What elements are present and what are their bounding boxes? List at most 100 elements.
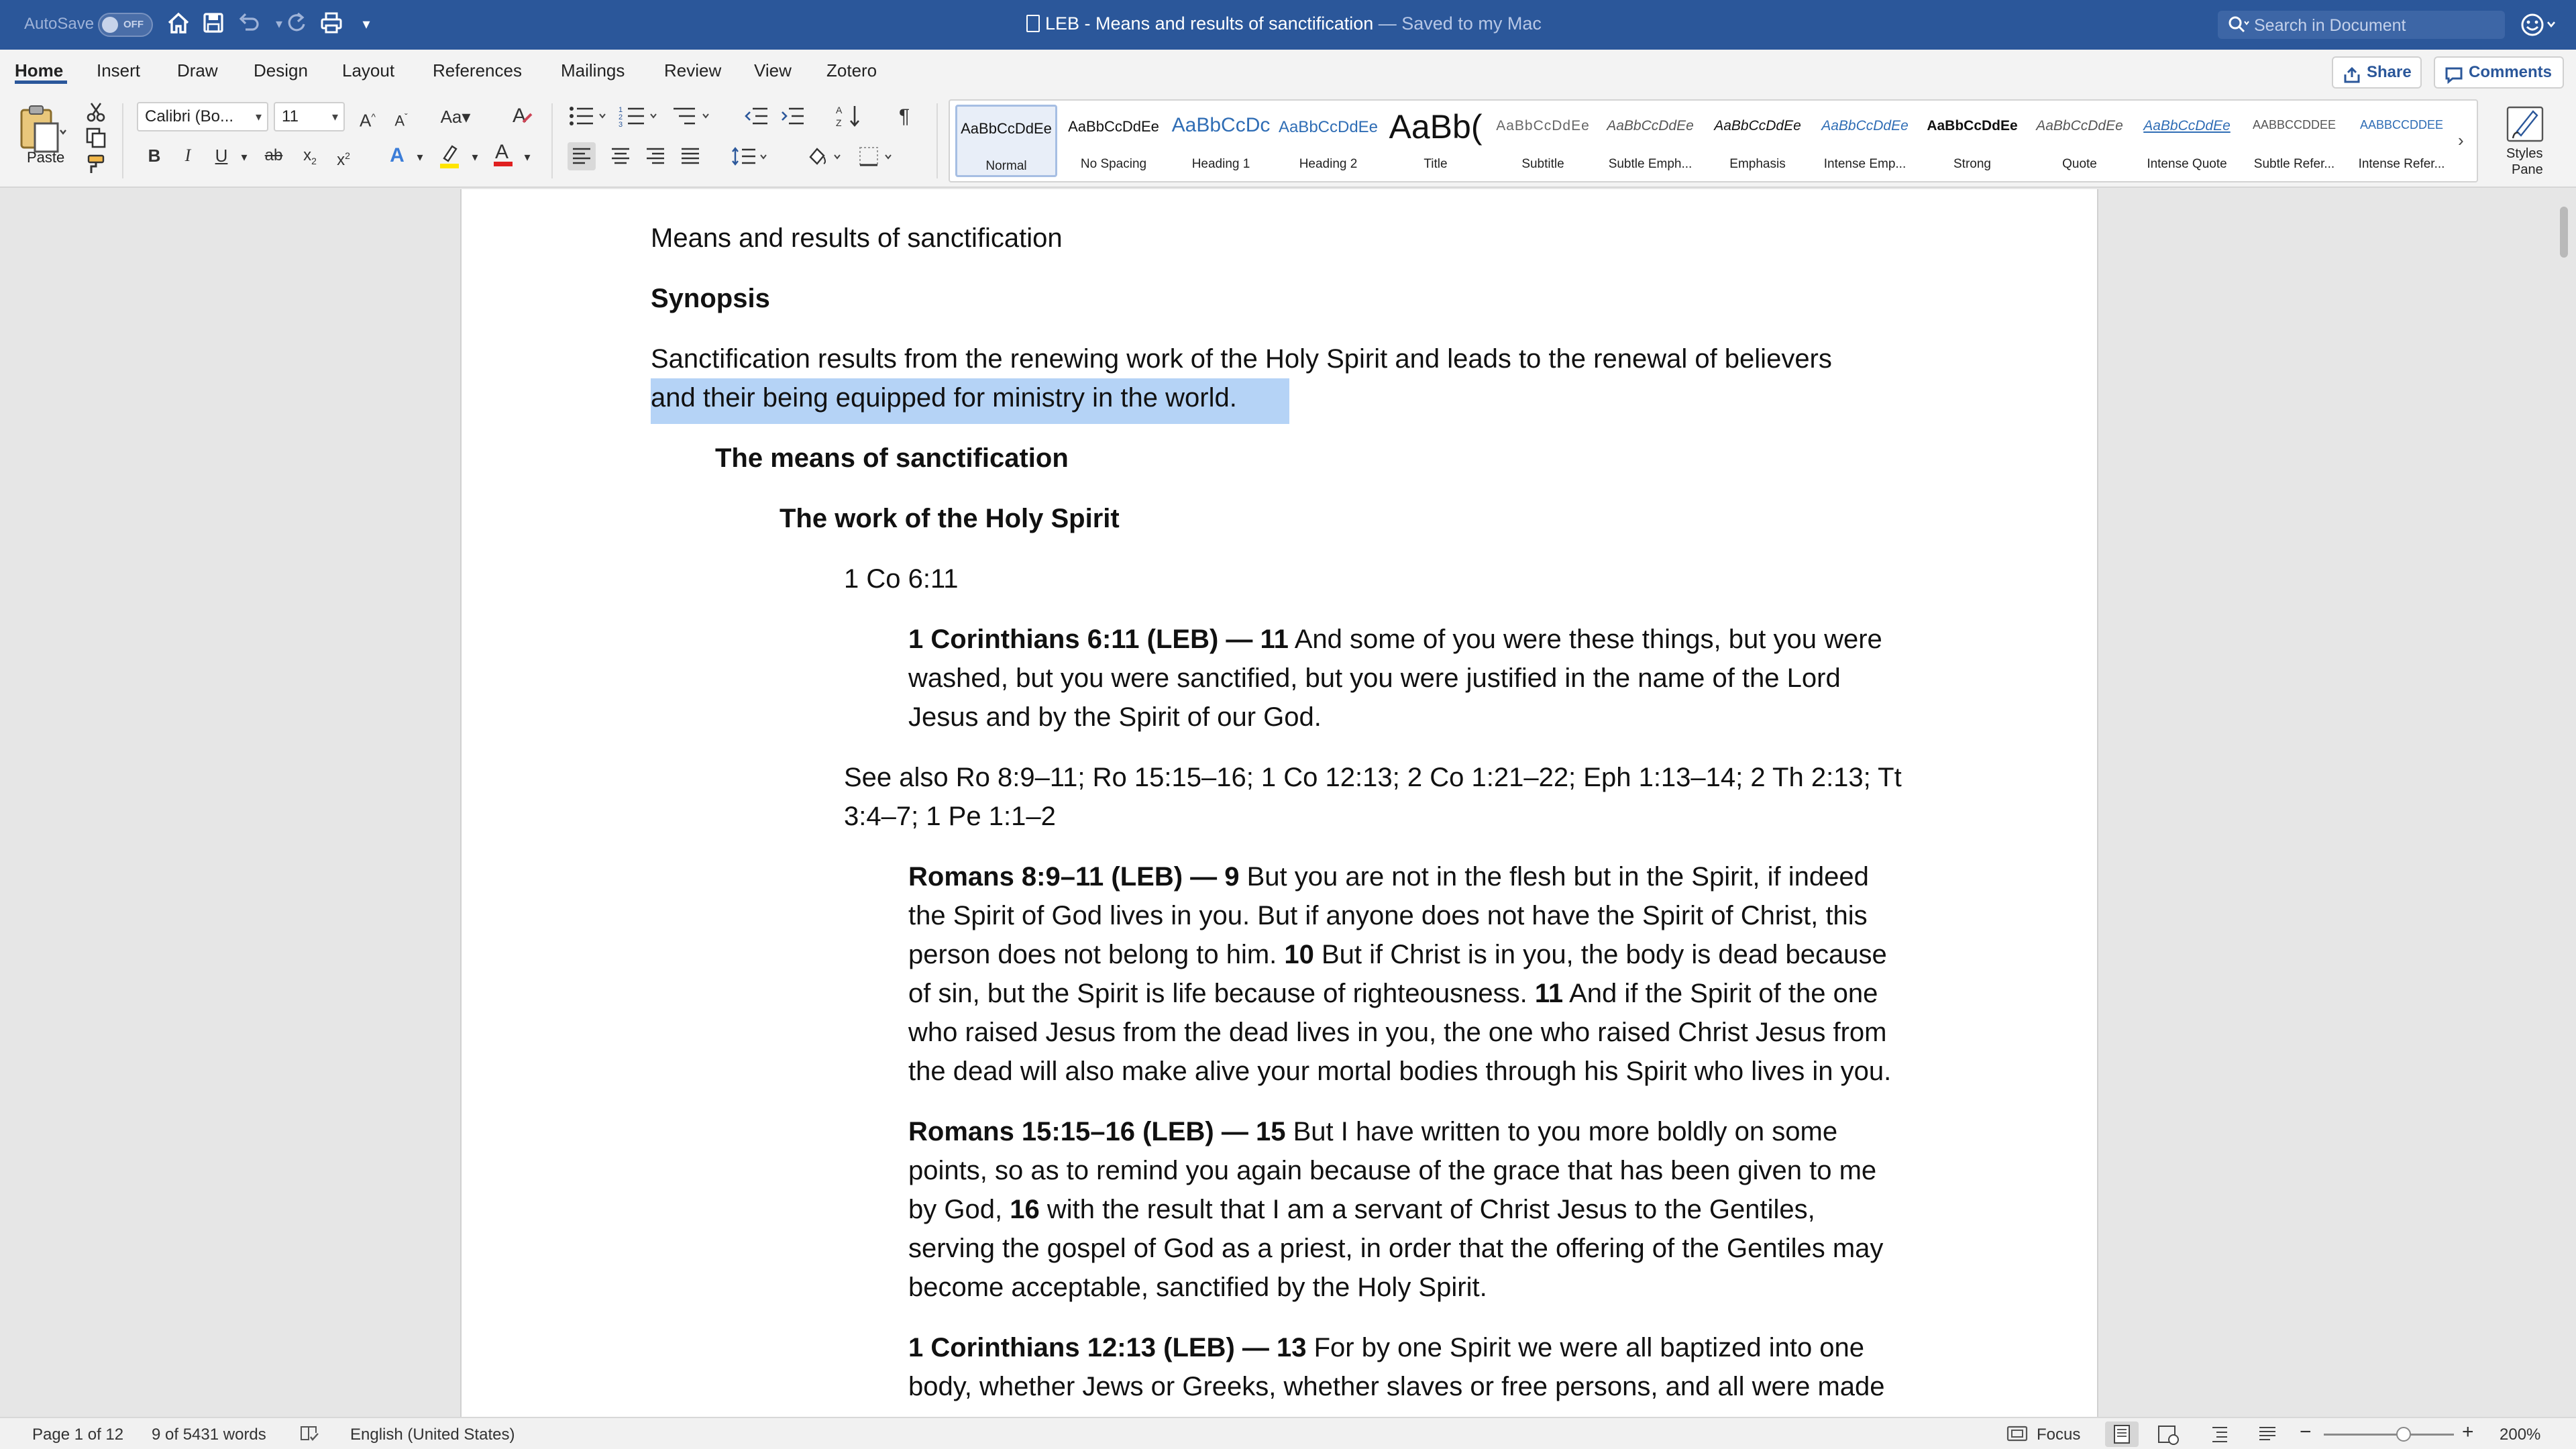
style-heading-2[interactable]: AaBbCcDdEe Heading 2 [1277,105,1379,177]
quote-line[interactable]: by God, 16 with the result that I am a s… [908,1190,1815,1229]
italic-button[interactable]: I [173,141,203,170]
quote-line[interactable]: 1 Corinthians 12:13 (LEB) — 13 For by on… [908,1328,1864,1367]
cut-icon[interactable] [85,101,107,127]
home-icon[interactable] [164,9,193,39]
reference-text[interactable]: 1 Co 6:11 [844,559,959,598]
redo-icon[interactable] [282,9,311,39]
subscript-button[interactable]: x2 [295,141,325,176]
zoom-slider[interactable] [2324,1434,2454,1436]
clear-formatting-icon[interactable]: A [507,102,537,138]
doc-title[interactable]: Means and results of sanctification [651,219,1063,258]
superscript-button[interactable]: x2 [329,141,358,175]
style-emphasis[interactable]: AaBbCcDdEe Emphasis [1707,105,1809,177]
style-intense-emphasis[interactable]: AaBbCcDdEe Intense Emp... [1814,105,1916,177]
chevron-down-icon[interactable]: ▾ [513,142,542,172]
quote-line[interactable]: the dead will also make alive your morta… [908,1052,1891,1091]
chevron-down-icon[interactable]: ▾ [460,142,490,172]
synopsis-text[interactable]: Sanctification results from the renewing… [651,339,1832,378]
proofing-icon[interactable] [299,1424,321,1448]
style-intense-reference[interactable]: AABBCCDDEE Intense Refer... [2351,105,2453,177]
search-box[interactable]: Search in Document [2218,11,2505,39]
style-subtle-emphasis[interactable]: AaBbCcDdEe Subtle Emph... [1599,105,1701,177]
increase-indent-icon[interactable] [780,105,806,131]
style-subtitle[interactable]: AaBbCcDdEe Subtitle [1492,105,1594,177]
outline-view-button[interactable] [2207,1422,2234,1449]
focus-icon[interactable] [2006,1424,2029,1448]
copy-icon[interactable] [85,126,107,152]
tab-layout[interactable]: Layout [342,60,394,81]
tab-home[interactable]: Home [15,60,63,81]
selected-text[interactable]: and their being equipped for ministry in… [651,378,1289,424]
tab-view[interactable]: View [754,60,792,81]
quote-line[interactable]: Romans 15:15–16 (LEB) — 15 But I have wr… [908,1112,1837,1151]
tab-references[interactable]: References [433,60,522,81]
style-strong[interactable]: AaBbCcDdEe Strong [1921,105,2023,177]
quote-line[interactable]: body, whether Jews or Greeks, whether sl… [908,1367,1885,1406]
grow-font-icon[interactable]: A^ [353,102,382,136]
sort-icon[interactable]: AZ [836,103,863,132]
heading-holy-spirit[interactable]: The work of the Holy Spirit [780,499,1120,538]
undo-icon[interactable] [233,9,263,39]
chevron-right-icon[interactable]: › [2458,130,2464,151]
quote-line[interactable]: serving the gospel of God as a priest, i… [908,1229,1883,1268]
print-layout-button[interactable] [2105,1421,2139,1447]
web-layout-button[interactable] [2155,1422,2182,1449]
zoom-in-button[interactable]: + [2462,1421,2474,1444]
heading-means[interactable]: The means of sanctification [715,439,1069,478]
quote-line[interactable]: person does not belong to him. 10 But if… [908,935,1887,974]
style-title[interactable]: AaBb( Title [1385,105,1487,177]
style-subtle-reference[interactable]: AABBCCDDEE Subtle Refer... [2243,105,2345,177]
quote-line[interactable]: Jesus and by the Spirit of our God. [908,698,1322,737]
shading-icon[interactable] [805,142,848,174]
quote-line[interactable]: become acceptable, sanctified by the Hol… [908,1268,1487,1307]
numbering-icon[interactable]: 123 [619,105,661,131]
print-icon[interactable] [317,9,346,39]
bold-button[interactable]: B [140,141,169,170]
tab-review[interactable]: Review [664,60,721,81]
align-right-button[interactable] [641,142,669,174]
tab-design[interactable]: Design [254,60,308,81]
bullets-icon[interactable] [568,105,610,131]
quote-line[interactable]: Romans 8:9–11 (LEB) — 9 But you are not … [908,857,1869,896]
document-page[interactable]: Means and results of sanctification Syno… [460,189,2098,1417]
align-left-button[interactable] [568,142,596,170]
quote-line[interactable]: of sin, but the Spirit is life because o… [908,974,1878,1013]
zoom-out-button[interactable]: − [2300,1421,2312,1444]
decrease-indent-icon[interactable] [743,105,770,131]
see-also-line[interactable]: See also Ro 8:9–11; Ro 15:15–16; 1 Co 12… [844,758,1902,797]
focus-label[interactable]: Focus [2037,1426,2080,1444]
strikethrough-button[interactable]: ab [259,141,288,170]
change-case-icon[interactable]: Aa▾ [433,102,478,131]
see-also-line[interactable]: 3:4–7; 1 Pe 1:1–2 [844,797,1056,836]
draft-view-button[interactable] [2254,1422,2281,1449]
vertical-scrollbar-thumb[interactable] [2560,207,2568,258]
word-count[interactable]: 9 of 5431 words [152,1426,266,1444]
font-name-dropdown[interactable]: Calibri (Bo... ▾ [137,102,268,131]
zoom-level[interactable]: 200% [2500,1426,2540,1444]
underline-dropdown-icon[interactable]: ▾ [229,142,259,172]
tab-zotero[interactable]: Zotero [826,60,877,81]
align-center-button[interactable] [606,142,635,174]
borders-icon[interactable] [856,142,899,174]
chevron-down-icon[interactable]: ▾ [405,142,435,172]
show-formatting-marks-icon[interactable]: ¶ [890,102,919,131]
autosave-toggle[interactable]: OFF [98,13,153,37]
line-spacing-icon[interactable] [731,142,774,174]
share-button[interactable]: Share [2332,56,2422,89]
tab-insert[interactable]: Insert [97,60,140,81]
style-heading-1[interactable]: AaBbCcDc Heading 1 [1170,105,1272,177]
justify-button[interactable] [676,142,704,174]
multilevel-list-icon[interactable] [671,105,714,131]
format-painter-icon[interactable] [85,153,107,179]
save-icon[interactable] [199,9,228,39]
shrink-font-icon[interactable]: Aˇ [386,102,416,136]
tab-draw[interactable]: Draw [177,60,218,81]
zoom-slider-thumb[interactable] [2396,1427,2411,1442]
style-quote[interactable]: AaBbCcDdEe Quote [2029,105,2131,177]
style-normal[interactable]: AaBbCcDdEe Normal [955,105,1057,177]
quote-line[interactable]: washed, but you were sanctified, but you… [908,659,1841,698]
quote-line[interactable]: points, so as to remind you again becaus… [908,1151,1876,1190]
style-intense-quote[interactable]: AaBbCcDdEe Intense Quote [2136,105,2238,177]
quote-line[interactable]: who raised Jesus from the dead lives in … [908,1013,1886,1052]
quote-line[interactable]: the Spirit of God lives in you. But if a… [908,896,1868,935]
